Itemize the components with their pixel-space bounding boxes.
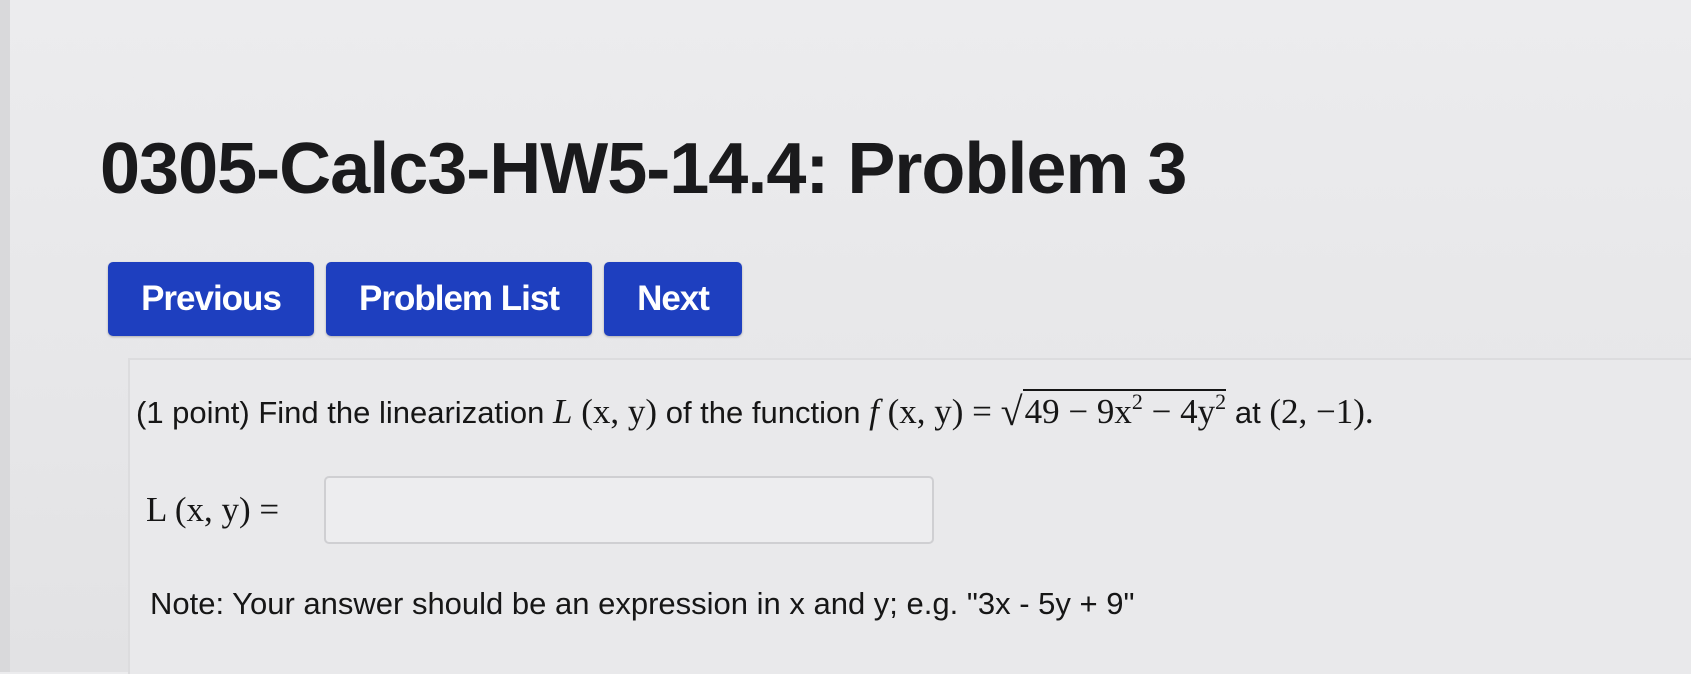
previous-button[interactable]: Previous	[108, 262, 314, 336]
window-edge	[0, 0, 10, 672]
points-label: (1 point)	[136, 395, 250, 430]
evaluation-point: (2, −1).	[1269, 392, 1374, 431]
square-root: √49 − 9x2 − 4y2	[1000, 389, 1227, 434]
function-definition: f (x, y) = √49 − 9x2 − 4y2	[869, 389, 1235, 434]
page-title: 0305-Calc3-HW5-14.4: Problem 3	[100, 129, 1187, 209]
problem-list-button[interactable]: Problem List	[326, 262, 592, 336]
answer-note: Note: Your answer should be an expressio…	[150, 586, 1135, 621]
answer-label: L (x, y) =	[146, 490, 280, 529]
problem-statement: (1 point) Find the linearization L (x, y…	[136, 384, 1374, 441]
linearization-symbol: L (x, y)	[553, 392, 658, 431]
problem-navigation: Previous Problem List Next	[108, 262, 742, 336]
statement-text-at: at	[1234, 395, 1261, 430]
statement-text: Find the linearization	[258, 395, 545, 430]
answer-input[interactable]	[324, 476, 934, 544]
statement-text-middle: of the function	[665, 395, 861, 430]
next-button[interactable]: Next	[604, 262, 742, 336]
answer-row: L (x, y) =	[146, 476, 934, 544]
